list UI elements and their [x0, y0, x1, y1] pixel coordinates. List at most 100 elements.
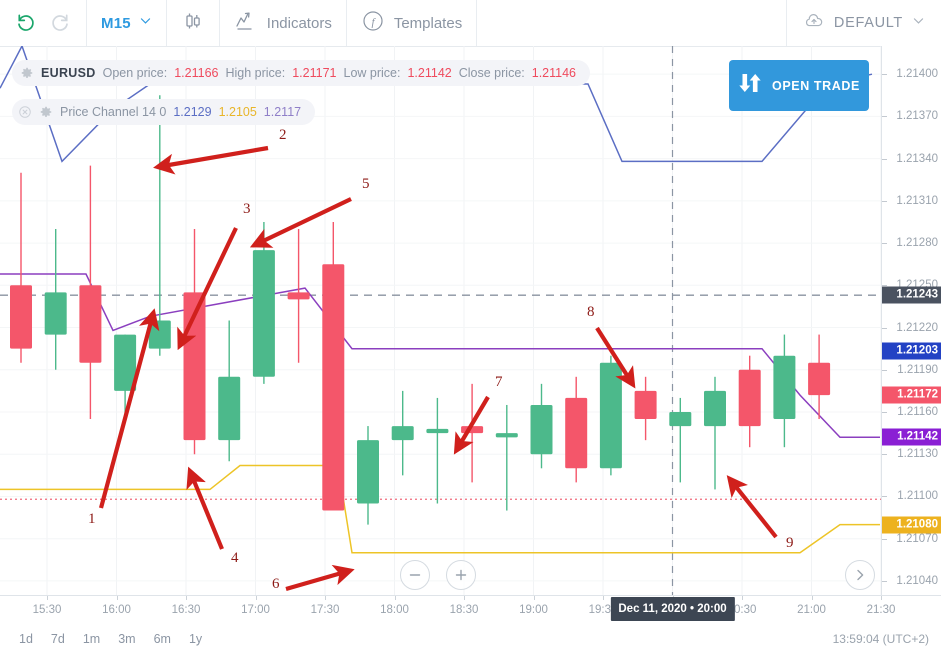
candle-body — [808, 362, 831, 396]
time-tick-label: 21:30 — [866, 604, 896, 616]
price-tick — [882, 158, 887, 160]
profile-selector[interactable]: DEFAULT — [785, 0, 941, 46]
price-tick — [882, 116, 887, 118]
instrument-symbol: EURUSD — [41, 66, 96, 80]
candle — [252, 221, 275, 384]
profile-label: DEFAULT — [833, 15, 903, 31]
range-item-7d[interactable]: 7d — [42, 632, 74, 646]
close-price-label: Close price: — [458, 66, 525, 80]
time-tick — [186, 596, 187, 600]
price-tick-label: 1.21280 — [896, 237, 938, 250]
range-item-1y[interactable]: 1y — [180, 632, 211, 646]
time-tick-label: 18:00 — [380, 604, 409, 616]
templates-button[interactable]: f Templates — [347, 0, 478, 46]
trading-terminal: M15 Indicators f Templates DEFAULT 1.214… — [0, 0, 941, 653]
time-tick-label: 17:00 — [241, 604, 270, 616]
close-icon[interactable] — [18, 105, 32, 119]
time-axis[interactable]: 15:30 16:00 16:30 17:00 17:30 18:00 18:30 19:00… — [0, 595, 941, 626]
function-icon: f — [361, 9, 385, 38]
time-tick — [255, 596, 257, 600]
redo-icon[interactable] — [48, 11, 72, 35]
time-tick-label: 16:00 — [102, 604, 131, 616]
zoom-in-button[interactable] — [446, 560, 476, 590]
time-tick — [394, 596, 396, 600]
candle-body — [252, 250, 275, 377]
candle-body — [287, 292, 310, 300]
open-price-value: 1.21166 — [174, 66, 219, 80]
price-tick — [882, 74, 887, 76]
footer-bar: 1d 7d 1m 3m 6m 1y 13:59:04 (UTC+2) — [0, 625, 941, 653]
candle — [634, 376, 657, 441]
time-tick-label: 18:30 — [449, 604, 479, 616]
low-price-value: 1.21142 — [407, 66, 452, 80]
time-tick — [325, 596, 326, 600]
candle-body — [599, 362, 622, 469]
price-badge-lower-channel: 1.21080 — [882, 516, 941, 534]
candle-body — [669, 412, 692, 427]
time-tick — [533, 596, 535, 600]
chevron-down-icon — [912, 14, 925, 32]
open-price-label: Open price: — [102, 66, 168, 80]
templates-label: Templates — [393, 14, 463, 32]
close-price-value: 1.21146 — [531, 66, 577, 80]
instrument-legend[interactable]: EURUSD Open price: 1.21166 High price: 1… — [12, 60, 591, 86]
price-tick-label: 1.21100 — [897, 490, 938, 503]
indicators-label: Indicators — [266, 14, 332, 32]
time-tick — [603, 596, 604, 600]
candle-body — [183, 292, 206, 441]
candle — [218, 320, 241, 462]
time-tick-label: 19:00 — [519, 604, 548, 616]
time-tick-label: 15:30 — [32, 604, 62, 616]
candle-body — [44, 292, 67, 335]
zoom-out-button[interactable] — [400, 560, 430, 590]
time-tick-label: 17:30 — [310, 604, 340, 616]
time-tick — [881, 596, 882, 600]
candle-body — [565, 397, 588, 469]
scroll-right-button[interactable] — [845, 560, 875, 590]
gear-icon[interactable] — [20, 66, 34, 80]
candle-body — [357, 440, 379, 504]
candle-body — [461, 426, 484, 434]
price-tick-label: 1.21370 — [896, 110, 938, 123]
time-tick-label: 21:00 — [797, 604, 826, 616]
range-item-1m[interactable]: 1m — [74, 632, 109, 646]
candle-body — [218, 376, 241, 441]
range-item-6m[interactable]: 6m — [145, 632, 180, 646]
price-badge-last-price: 1.21172 — [882, 386, 941, 404]
candle — [114, 334, 137, 420]
open-trade-button[interactable]: OPEN TRADE — [729, 60, 869, 111]
indicator-legend[interactable]: Price Channel 14 0 1.2129 1.2105 1.2117 — [12, 99, 316, 125]
chart-svg — [0, 46, 881, 595]
candle-body — [773, 355, 796, 420]
indicator-value-upper: 1.2129 — [173, 105, 212, 119]
chart-type-button[interactable] — [167, 0, 220, 46]
svg-text:f: f — [371, 16, 376, 28]
clock-label: 13:59:04 (UTC+2) — [832, 632, 929, 646]
undo-icon[interactable] — [14, 11, 38, 35]
price-axis[interactable]: 1.21400 1.21370 1.21340 1.21310 1.21280 1.212… — [881, 46, 941, 595]
range-item-3m[interactable]: 3m — [109, 632, 144, 646]
candle — [773, 334, 796, 448]
candle — [183, 229, 206, 455]
price-tick — [882, 538, 887, 540]
chart-canvas[interactable] — [0, 46, 881, 595]
candle-body — [114, 334, 137, 391]
range-selector[interactable]: 1d 7d 1m 3m 6m 1y — [0, 632, 211, 646]
indicator-value-middle: 1.2117 — [263, 105, 302, 119]
indicators-icon — [234, 9, 258, 38]
time-tick — [116, 596, 118, 600]
cloud-upload-icon — [803, 10, 825, 37]
price-tick-label: 1.21040 — [896, 574, 938, 587]
indicators-button[interactable]: Indicators — [220, 0, 347, 46]
gear-icon[interactable] — [39, 105, 53, 119]
price-tick-label: 1.21220 — [896, 321, 938, 334]
candle — [287, 229, 310, 363]
price-tick — [882, 580, 887, 582]
range-item-1d[interactable]: 1d — [10, 632, 42, 646]
candle-body — [704, 390, 726, 427]
timeframe-selector[interactable]: M15 — [87, 0, 167, 46]
candle — [44, 229, 67, 370]
candle-body — [530, 404, 553, 455]
low-price-label: Low price: — [343, 66, 401, 80]
time-tick — [811, 596, 813, 600]
